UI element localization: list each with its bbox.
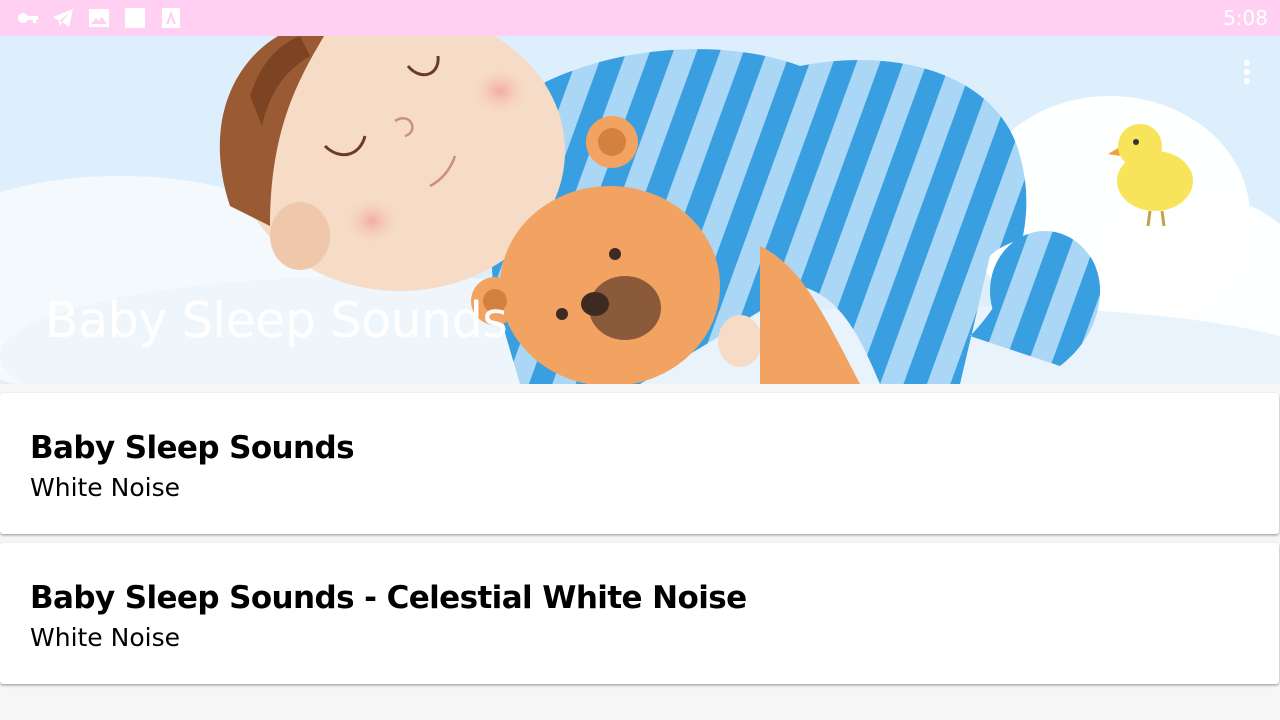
square-icon [125, 8, 145, 28]
more-vert-icon [1244, 60, 1250, 84]
status-time: 5:08 [1223, 6, 1268, 30]
image-icon [89, 9, 109, 27]
header-title: Baby Sleep Sounds [45, 292, 508, 349]
list-item-subtitle: White Noise [30, 623, 180, 652]
status-bar: 5:08 [0, 0, 1280, 36]
header-image: Baby Sleep Sounds [0, 36, 1280, 384]
list-item-title: Baby Sleep Sounds - Celestial White Nois… [30, 580, 747, 616]
list-item-title: Baby Sleep Sounds [30, 430, 355, 466]
list-item-subtitle: White Noise [30, 473, 180, 502]
list-item[interactable]: Baby Sleep Sounds - Celestial White Nois… [0, 543, 1279, 684]
list-item[interactable]: Baby Sleep Sounds White Noise [0, 393, 1279, 534]
telegram-icon [53, 9, 73, 27]
more-options-button[interactable] [1230, 54, 1264, 94]
key-icon [18, 13, 38, 23]
app-store-icon [162, 8, 180, 28]
